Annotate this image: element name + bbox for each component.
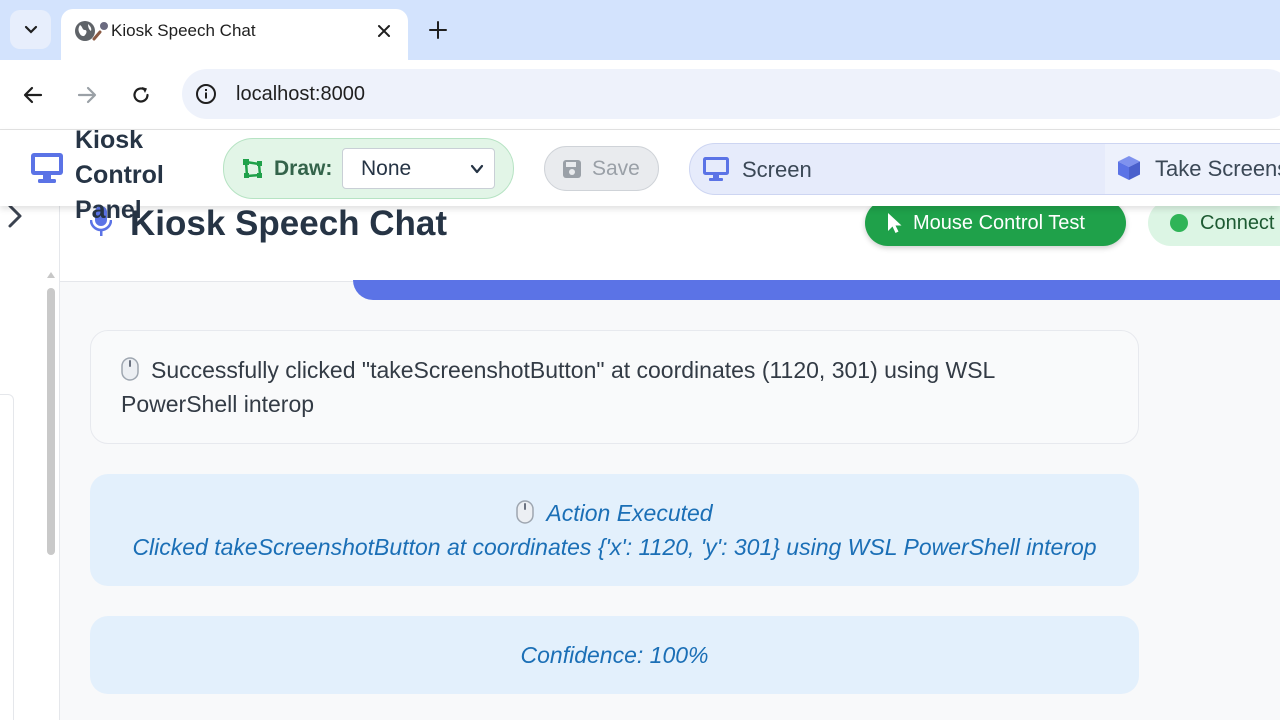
action-title: Action Executed bbox=[546, 500, 713, 526]
draw-mode-select[interactable]: None bbox=[342, 148, 495, 189]
chevron-right-icon bbox=[8, 204, 22, 228]
sidebar-panel bbox=[0, 394, 14, 720]
address-bar[interactable]: localhost:8000 bbox=[182, 69, 1280, 119]
save-label: Save bbox=[592, 156, 640, 180]
sidebar-scrollbar[interactable] bbox=[47, 288, 55, 555]
mouse-control-test-button[interactable]: Mouse Control Test bbox=[865, 200, 1126, 246]
close-icon bbox=[378, 25, 390, 37]
plus-icon bbox=[429, 21, 447, 39]
tab-search-button[interactable] bbox=[10, 10, 51, 49]
take-screenshot-button[interactable]: Take Screens bbox=[1105, 144, 1280, 194]
forward-button[interactable] bbox=[72, 80, 102, 110]
control-panel-bar: Kiosk Control Panel Draw: None Save Scre… bbox=[0, 126, 1280, 224]
computer-mouse-icon bbox=[516, 500, 535, 524]
screen-label: Screen bbox=[742, 157, 812, 182]
chat-message: Successfully clicked "takeScreenshotButt… bbox=[90, 330, 1139, 444]
control-panel-title: Kiosk Control Panel bbox=[75, 126, 164, 224]
draw-label: Draw: bbox=[274, 157, 333, 180]
chevron-down-icon bbox=[470, 164, 484, 174]
chevron-down-icon bbox=[24, 25, 37, 34]
chat-header: Kiosk Speech Chat Mouse Control Test Con… bbox=[60, 200, 1280, 282]
connection-status: Connect bbox=[1148, 200, 1280, 246]
mouse-control-test-label: Mouse Control Test bbox=[913, 211, 1085, 234]
tab-title: Kiosk Speech Chat bbox=[111, 21, 256, 40]
screen-group: Screen Take Screens bbox=[689, 143, 1280, 195]
back-button[interactable] bbox=[18, 80, 48, 110]
scroll-up-arrow[interactable] bbox=[47, 272, 55, 278]
info-icon bbox=[196, 84, 216, 104]
browser-toolbar: localhost:8000 bbox=[0, 60, 1280, 130]
draw-group: Draw: None bbox=[223, 138, 514, 199]
arrow-right-icon bbox=[77, 86, 97, 104]
browser-tab[interactable]: Kiosk Speech Chat bbox=[61, 9, 408, 60]
cube-icon bbox=[1118, 156, 1140, 180]
reload-button[interactable] bbox=[126, 80, 156, 110]
confidence-message: Confidence: 100% bbox=[90, 616, 1139, 694]
action-executed-message: Action Executed Clicked takeScreenshotBu… bbox=[90, 474, 1139, 586]
url-text: localhost:8000 bbox=[236, 83, 365, 105]
save-button[interactable]: Save bbox=[544, 146, 659, 191]
sidebar-toggle-button[interactable] bbox=[4, 202, 28, 230]
new-tab-button[interactable] bbox=[424, 16, 452, 44]
draw-mode-value: None bbox=[361, 157, 412, 180]
connection-status-label: Connect bbox=[1200, 211, 1275, 234]
floppy-disk-icon bbox=[563, 159, 581, 178]
draw-polygon-icon bbox=[243, 159, 262, 178]
action-detail: Clicked takeScreenshotButton at coordina… bbox=[132, 534, 1097, 560]
microphone-favicon-icon bbox=[91, 20, 111, 42]
close-tab-button[interactable] bbox=[373, 20, 395, 42]
take-screenshot-label: Take Screens bbox=[1155, 156, 1280, 181]
message-text: Successfully clicked "takeScreenshotButt… bbox=[121, 357, 995, 417]
browser-tabstrip: Kiosk Speech Chat bbox=[0, 0, 1280, 60]
mouse-pointer-icon bbox=[888, 213, 902, 233]
confidence-text: Confidence: 100% bbox=[520, 642, 709, 668]
progress-bar bbox=[353, 280, 1280, 300]
status-dot-icon bbox=[1170, 214, 1188, 232]
reload-icon bbox=[133, 87, 149, 103]
monitor-icon bbox=[31, 153, 63, 183]
computer-mouse-icon bbox=[121, 357, 139, 381]
site-info-button[interactable] bbox=[190, 79, 222, 109]
desktop-icon bbox=[703, 157, 729, 181]
arrow-left-icon bbox=[23, 86, 43, 104]
